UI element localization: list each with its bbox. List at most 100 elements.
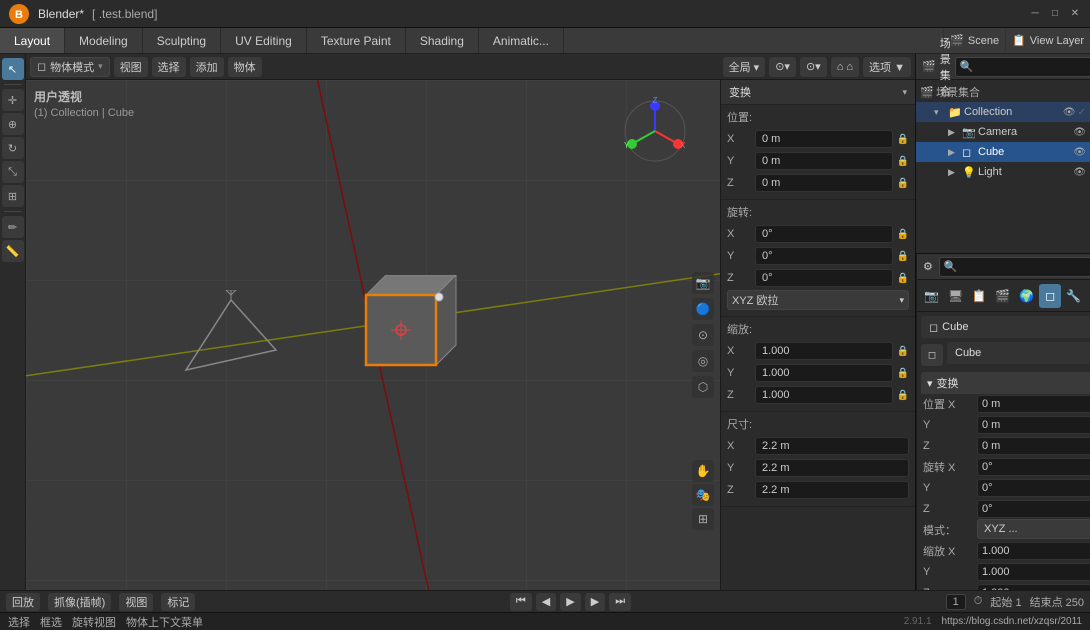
select-menu-btn[interactable]: 选择	[152, 57, 186, 77]
proportional-btn[interactable]: ⊙▾	[800, 57, 827, 77]
tab-shading[interactable]: Shading	[406, 28, 479, 53]
scene-selector[interactable]: 🎬 Scene	[943, 28, 1005, 53]
render-props-btn[interactable]: 📷	[921, 284, 943, 308]
viewport-grid-icon[interactable]: ⊞	[692, 508, 714, 530]
annotate-btn[interactable]: ✏	[2, 216, 24, 238]
prop-scale-y-value[interactable]: 1.000	[977, 563, 1090, 581]
dim-x-value[interactable]: 2.2 m	[755, 437, 909, 455]
prop-pos-y-value[interactable]: 0 m	[977, 416, 1090, 434]
dim-z-value[interactable]: 2.2 m	[755, 481, 909, 499]
play-btn[interactable]: ▶	[560, 593, 580, 611]
pos-x-value[interactable]: 0 m	[755, 130, 893, 148]
snap-btn[interactable]: ⊙▾	[769, 57, 796, 77]
pos-x-lock[interactable]: 🔒	[897, 134, 909, 145]
xyz-mode-dropdown[interactable]: XYZ 欧拉 ▾	[727, 290, 909, 310]
object-props-btn[interactable]: ◻	[1039, 284, 1061, 308]
jump-start-btn[interactable]: ⏮	[510, 593, 532, 611]
tab-sculpting[interactable]: Sculpting	[143, 28, 221, 53]
cursor-tool-btn[interactable]: ✛	[2, 89, 24, 111]
pos-y-lock[interactable]: 🔒	[897, 156, 909, 167]
rot-x-lock[interactable]: 🔒	[897, 229, 909, 240]
outliner-search-input[interactable]	[955, 57, 1090, 77]
prop-pos-z-value[interactable]: 0 m	[977, 437, 1090, 455]
light-visible-icon[interactable]: 👁	[1073, 167, 1086, 178]
viewport-camera-icon[interactable]: 📷	[692, 272, 714, 294]
modifier-props-btn[interactable]: 🔧	[1063, 284, 1085, 308]
view-btn[interactable]: 视图	[119, 593, 153, 611]
view-menu-btn[interactable]: 视图	[114, 57, 148, 77]
object-name-field[interactable]: ◻ Cube ⤡	[921, 316, 1090, 338]
outliner-collection-item[interactable]: ▾ 📁 Collection 👁 ✓	[916, 102, 1090, 122]
pos-y-value[interactable]: 0 m	[755, 152, 893, 170]
viewport-xray-icon[interactable]: ◎	[692, 350, 714, 372]
prev-frame-btn[interactable]: ◀	[536, 593, 556, 611]
options-btn[interactable]: 选项 ▼	[863, 57, 911, 77]
jump-end-btn[interactable]: ⏭	[609, 593, 631, 611]
viewport-shading-icon[interactable]: ⬡	[692, 376, 714, 398]
collection-checkbox[interactable]: ✓	[1078, 107, 1086, 118]
output-props-btn[interactable]: 🖥	[945, 284, 967, 308]
minimize-button[interactable]: ─	[1028, 7, 1042, 21]
window-controls[interactable]: ─ □ ✕	[1028, 7, 1082, 21]
prop-pos-x-value[interactable]: 0 m	[977, 395, 1090, 413]
collection-visible-icon[interactable]: 👁	[1063, 107, 1076, 118]
next-frame-btn[interactable]: ▶	[585, 593, 605, 611]
rot-x-value[interactable]: 0°	[755, 225, 893, 243]
move-tool-btn[interactable]: ⊕	[2, 113, 24, 135]
tab-uvediting[interactable]: UV Editing	[221, 28, 307, 53]
outliner-cube-item[interactable]: ▶ ◻ Cube 👁	[916, 142, 1090, 162]
properties-search-input[interactable]	[939, 257, 1090, 277]
prop-scale-x-value[interactable]: 1.000	[977, 542, 1090, 560]
transform-section-header[interactable]: ▾ 变换	[921, 372, 1090, 394]
add-menu-btn[interactable]: 添加	[190, 57, 224, 77]
viewport-fly-icon[interactable]: 🎭	[692, 484, 714, 506]
tab-texturepaint[interactable]: Texture Paint	[307, 28, 406, 53]
rot-z-value[interactable]: 0°	[755, 269, 893, 287]
mode-selector[interactable]: ◻ 物体模式 ▾	[30, 57, 110, 77]
prop-mode-dropdown[interactable]: XYZ ... ▾	[977, 519, 1090, 539]
select-tool-btn[interactable]: ↖	[2, 58, 24, 80]
prop-rot-y-value[interactable]: 0°	[977, 479, 1090, 497]
scale-tool-btn[interactable]: ⤡	[2, 161, 24, 183]
transform-panel-header[interactable]: 变换 ▾	[721, 80, 915, 105]
scale-y-value[interactable]: 1.000	[755, 364, 893, 382]
dim-y-value[interactable]: 2.2 m	[755, 459, 909, 477]
scale-z-value[interactable]: 1.000	[755, 386, 893, 404]
rot-y-value[interactable]: 0°	[755, 247, 893, 265]
pos-z-lock[interactable]: 🔒	[897, 178, 909, 189]
cube-visible-icon[interactable]: 👁	[1073, 147, 1086, 158]
world-props-btn[interactable]: 🌍	[1016, 284, 1038, 308]
render-btn[interactable]: 抓像(插帧)	[48, 593, 111, 611]
rotate-tool-btn[interactable]: ↻	[2, 137, 24, 159]
pos-z-value[interactable]: 0 m	[755, 174, 893, 192]
measure-btn[interactable]: 📏	[2, 240, 24, 262]
scale-z-lock[interactable]: 🔒	[897, 390, 909, 401]
scene-props-btn[interactable]: 🎬	[992, 284, 1014, 308]
global-local-btn[interactable]: 全局 ▾	[723, 57, 766, 77]
tab-modeling[interactable]: Modeling	[65, 28, 143, 53]
view-layer-props-btn[interactable]: 📋	[968, 284, 990, 308]
viewport-grab-icon[interactable]: ✋	[692, 460, 714, 482]
select-mode-btn[interactable]: ⌂ ⌂	[831, 57, 859, 77]
outliner-light-item[interactable]: ▶ 💡 Light 👁	[916, 162, 1090, 182]
maximize-button[interactable]: □	[1048, 7, 1062, 21]
tab-layout[interactable]: Layout	[0, 28, 65, 53]
navigation-gizmo[interactable]: Z X Y	[620, 96, 690, 166]
playback-btn[interactable]: 回放	[6, 593, 40, 611]
prop-rot-z-value[interactable]: 0°	[977, 500, 1090, 518]
prop-scale-z-value[interactable]: 1.000	[977, 584, 1090, 590]
current-frame[interactable]: 1	[946, 594, 966, 610]
viewport-overlay-icon[interactable]: ⊙	[692, 324, 714, 346]
transform-tool-btn[interactable]: ⊞	[2, 185, 24, 207]
scale-x-value[interactable]: 1.000	[755, 342, 893, 360]
rot-z-lock[interactable]: 🔒	[897, 273, 909, 284]
close-button[interactable]: ✕	[1068, 7, 1082, 21]
scale-x-lock[interactable]: 🔒	[897, 346, 909, 357]
rot-y-lock[interactable]: 🔒	[897, 251, 909, 262]
outliner-camera-item[interactable]: ▶ 📷 Camera 👁	[916, 122, 1090, 142]
tab-animatic[interactable]: Animatic...	[479, 28, 564, 53]
viewport-3d[interactable]: 用户透视 (1) Collection | Cube Z X Y	[26, 80, 720, 590]
viewport-render-icon[interactable]: 🔵	[692, 298, 714, 320]
camera-visible-icon[interactable]: 👁	[1073, 127, 1086, 138]
scale-y-lock[interactable]: 🔒	[897, 368, 909, 379]
